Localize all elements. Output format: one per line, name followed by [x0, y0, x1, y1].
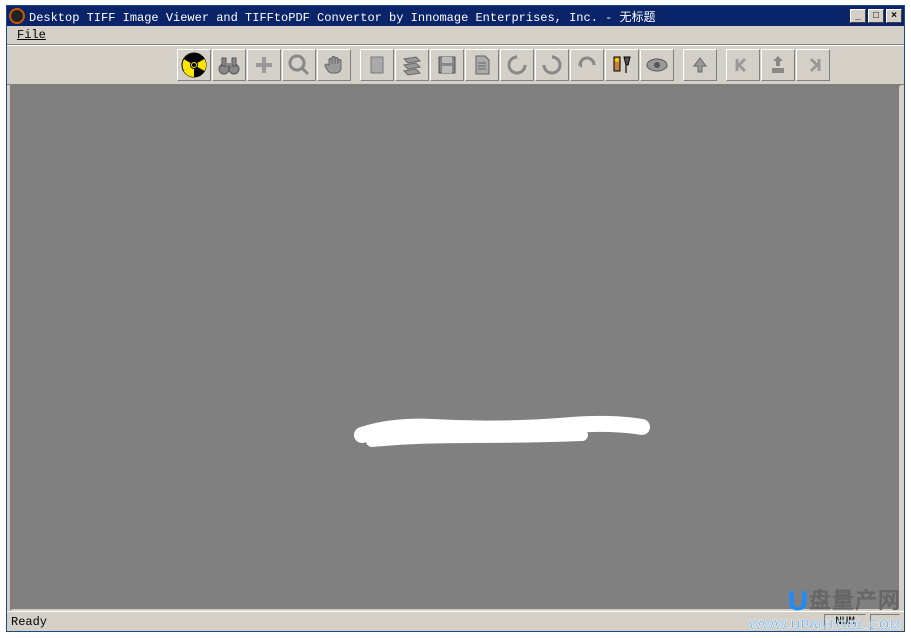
toolbar	[7, 45, 904, 85]
plus-icon	[252, 53, 276, 77]
window-controls: _ □ ×	[850, 9, 902, 23]
app-window: Desktop TIFF Image Viewer and TIFFtoPDF …	[6, 5, 905, 632]
goto-icon	[766, 53, 790, 77]
next-icon	[801, 53, 825, 77]
maximize-button[interactable]: □	[868, 9, 884, 23]
up-arrow-icon	[688, 53, 712, 77]
file-menu[interactable]: File	[11, 26, 52, 44]
minimize-button[interactable]: _	[850, 9, 866, 23]
rotate-cw-icon	[540, 53, 564, 77]
document-icon	[470, 53, 494, 77]
toolbar-separator	[352, 49, 360, 81]
document-button[interactable]	[465, 49, 499, 81]
binoculars-button[interactable]	[212, 49, 246, 81]
save-icon	[435, 53, 459, 77]
magnifier-button[interactable]	[282, 49, 316, 81]
flip-icon	[575, 53, 599, 77]
window-title: Desktop TIFF Image Viewer and TIFFtoPDF …	[29, 8, 850, 25]
eye-icon	[645, 53, 669, 77]
canvas-area[interactable]	[10, 85, 901, 611]
status-empty	[870, 614, 900, 630]
tools-button[interactable]	[605, 49, 639, 81]
radiation-button[interactable]	[177, 49, 211, 81]
rotate-ccw-button[interactable]	[500, 49, 534, 81]
binoculars-icon	[217, 53, 241, 77]
save-button[interactable]	[430, 49, 464, 81]
radiation-icon	[181, 52, 207, 78]
page-icon	[365, 53, 389, 77]
eye-button[interactable]	[640, 49, 674, 81]
flip-button[interactable]	[570, 49, 604, 81]
titlebar: Desktop TIFF Image Viewer and TIFFtoPDF …	[7, 6, 904, 26]
menubar: File	[7, 26, 904, 45]
rotate-ccw-icon	[505, 53, 529, 77]
close-button[interactable]: ×	[886, 9, 902, 23]
page-button[interactable]	[360, 49, 394, 81]
scan-button[interactable]	[395, 49, 429, 81]
prev-button[interactable]	[726, 49, 760, 81]
zoom-plus-button[interactable]	[247, 49, 281, 81]
next-button[interactable]	[796, 49, 830, 81]
rotate-cw-button[interactable]	[535, 49, 569, 81]
hand-button[interactable]	[317, 49, 351, 81]
drawn-stroke	[352, 407, 652, 447]
status-text: Ready	[11, 615, 820, 629]
tools-icon	[610, 53, 634, 77]
hand-icon	[322, 53, 346, 77]
app-icon	[9, 8, 25, 24]
up-button[interactable]	[683, 49, 717, 81]
toolbar-separator	[718, 49, 726, 81]
magnifier-icon	[287, 53, 311, 77]
goto-button[interactable]	[761, 49, 795, 81]
scan-icon	[400, 53, 424, 77]
status-num: NUM	[824, 614, 866, 630]
toolbar-separator	[675, 49, 683, 81]
statusbar: Ready NUM	[7, 611, 904, 631]
prev-icon	[731, 53, 755, 77]
